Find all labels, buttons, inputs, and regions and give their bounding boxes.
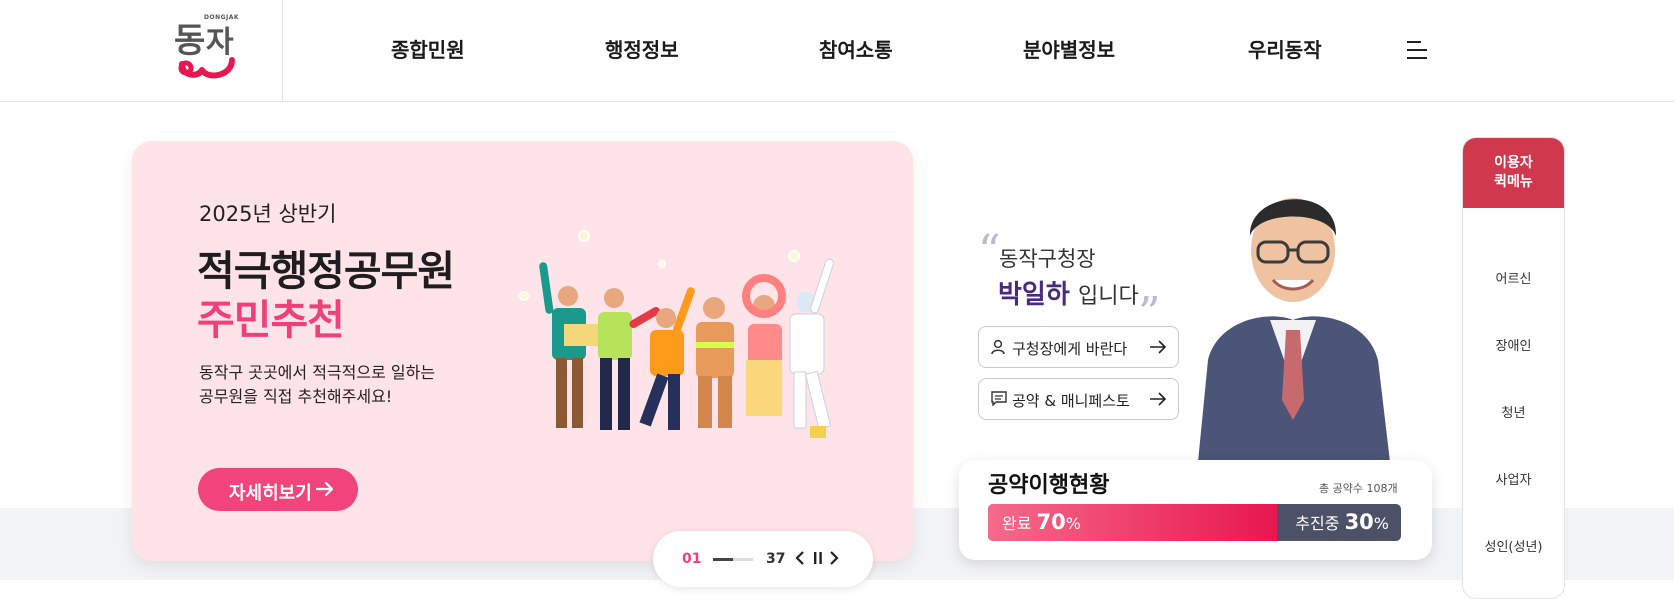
quick-menu-title-1: 이용자 [1494, 155, 1533, 171]
mayor-suffix: 입니다 [1078, 284, 1139, 309]
pause-icon[interactable] [813, 550, 823, 566]
pledge-progress-label: 추진중 30% [1295, 510, 1389, 534]
quick-menu-title-2: 퀵메뉴 [1494, 174, 1533, 190]
chevron-right-icon[interactable] [829, 550, 839, 566]
quick-item-seniors[interactable]: 어르신 [1463, 268, 1564, 287]
svg-text:동: 동 [174, 22, 205, 60]
message-icon [991, 391, 1007, 406]
progress-label-text: 추진중 [1295, 514, 1340, 533]
quick-item-adult[interactable]: 성인(성년) [1463, 536, 1564, 555]
slide-progress-fill [713, 558, 733, 561]
promo-description: 동작구 곳곳에서 적극적으로 일하는 공무원을 직접 추천해주세요! [199, 361, 435, 409]
pledge-total: 총 공약수 108개 [1319, 482, 1398, 495]
nav-our-dongjak[interactable]: 우리동작 [1248, 34, 1322, 63]
public-servants-illustration [519, 230, 834, 438]
nav-admin-info[interactable]: 행정정보 [605, 34, 679, 63]
mayor-name: 박일하 [998, 280, 1070, 310]
done-value: 70 [1036, 510, 1066, 534]
chevron-left-icon[interactable] [795, 550, 805, 566]
nav-field-info[interactable]: 분야별정보 [1023, 34, 1115, 63]
nav-participation[interactable]: 참여소통 [819, 34, 893, 63]
promo-banner[interactable]: 2025년 상반기 적극행정공무원 주민추천 동작구 곳곳에서 적극적으로 일하… [132, 141, 913, 561]
logo-small-text: DONGJAK [204, 14, 240, 21]
quick-item-business[interactable]: 사업자 [1463, 469, 1564, 488]
svg-text:자: 자 [206, 26, 234, 59]
slide-current: 01 [682, 551, 702, 567]
petition-button-label: 구청장에게 바란다 [1012, 340, 1128, 358]
progress-value: 30 [1344, 510, 1374, 534]
quick-item-youth[interactable]: 청년 [1463, 402, 1564, 421]
quick-item-disabled[interactable]: 장애인 [1463, 335, 1564, 354]
hamburger-menu-icon[interactable] [1407, 39, 1429, 61]
detail-button-label: 자세히보기 [229, 483, 312, 504]
progress-unit: % [1373, 514, 1389, 533]
quote-open-icon: “ [978, 226, 1001, 277]
person-icon [991, 339, 1005, 355]
slide-progress-bar [713, 558, 753, 561]
promo-year: 2025년 상반기 [199, 202, 337, 226]
pledge-button-label: 공약 & 매니페스토 [1012, 392, 1130, 410]
pledge-title: 공약이행현황 [988, 473, 1110, 498]
mayor-portrait [1198, 198, 1390, 462]
done-unit: % [1065, 514, 1081, 533]
done-label-text: 완료 [1002, 514, 1032, 533]
pledge-done-label: 완료 70% [1002, 510, 1081, 534]
promo-desc-line-2: 공무원을 직접 추천해주세요! [199, 387, 393, 406]
dongjak-logo[interactable]: 동 자 [172, 14, 246, 84]
promo-desc-line-1: 동작구 곳곳에서 적극적으로 일하는 [199, 363, 436, 382]
arrow-right-icon [1150, 340, 1167, 354]
nav-civil-service[interactable]: 종합민원 [391, 34, 465, 63]
pledge-progress-bar: 완료 70% 추진중 30% [988, 504, 1401, 541]
pledge-manifesto-button[interactable]: 공약 & 매니페스토 [978, 378, 1179, 420]
promo-title-highlight: 주민추천 [197, 296, 345, 344]
detail-button[interactable]: 자세히보기 [198, 468, 358, 511]
pledge-status-card[interactable]: 공약이행현황 총 공약수 108개 완료 70% 추진중 30% [959, 460, 1432, 560]
slider-controls: 01 37 [653, 531, 873, 587]
arrow-right-icon [315, 481, 334, 497]
mayor-title: 동작구청장 [999, 247, 1096, 271]
quick-menu-header[interactable]: 이용자 퀵메뉴 [1463, 138, 1564, 208]
arrow-right-icon [1150, 392, 1167, 406]
site-header: 동 자 DONGJAK 종합민원 행정정보 참여소통 분야별정보 우리동작 [0, 0, 1674, 102]
petition-to-mayor-button[interactable]: 구청장에게 바란다 [978, 326, 1179, 368]
user-quick-menu: 이용자 퀵메뉴 어르신 장애인 청년 사업자 성인(성년) [1462, 137, 1565, 599]
slide-total: 37 [766, 551, 786, 567]
